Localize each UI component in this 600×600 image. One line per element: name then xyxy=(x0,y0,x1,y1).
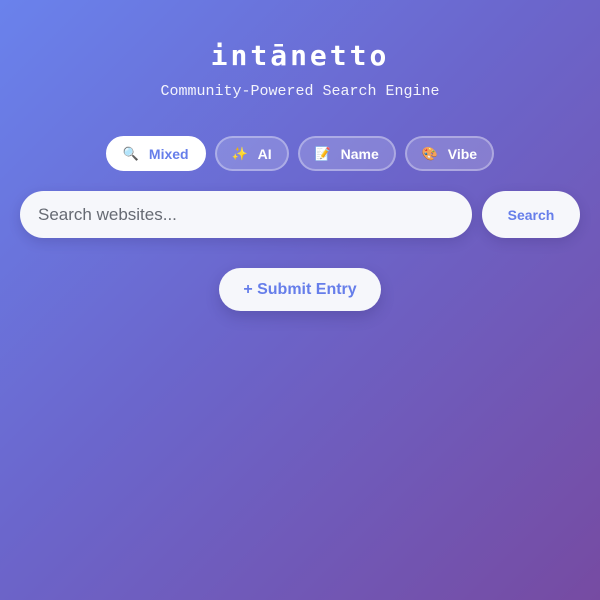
mode-button-ai[interactable]: ✨ AI xyxy=(214,136,289,171)
site-logo: intānetto xyxy=(210,39,390,72)
site-tagline: Community-Powered Search Engine xyxy=(160,83,440,100)
mode-label-name: Name xyxy=(340,145,379,162)
memo-icon: 📝 xyxy=(314,145,331,161)
search-input[interactable] xyxy=(20,191,472,238)
mode-label-mixed: Mixed xyxy=(148,145,189,162)
submit-entry-container: + Submit Entry xyxy=(0,268,600,311)
search-button[interactable]: Search xyxy=(482,191,580,238)
palette-icon: 🎨 xyxy=(421,145,438,161)
search-mode-selector: 🔍 Mixed ✨ AI 📝 Name 🎨 Vibe xyxy=(0,136,600,171)
mode-label-ai: AI xyxy=(257,145,272,162)
mode-button-vibe[interactable]: 🎨 Vibe xyxy=(404,136,495,171)
mode-button-name[interactable]: 📝 Name xyxy=(297,136,396,171)
mode-button-mixed[interactable]: 🔍 Mixed xyxy=(105,136,206,171)
submit-entry-button[interactable]: + Submit Entry xyxy=(219,268,381,311)
sparkles-icon: ✨ xyxy=(231,145,248,161)
mode-label-vibe: Vibe xyxy=(447,145,478,162)
magnifier-icon: 🔍 xyxy=(122,145,140,161)
header: intānetto Community-Powered Search Engin… xyxy=(0,38,600,102)
search-bar: Search xyxy=(20,191,580,238)
